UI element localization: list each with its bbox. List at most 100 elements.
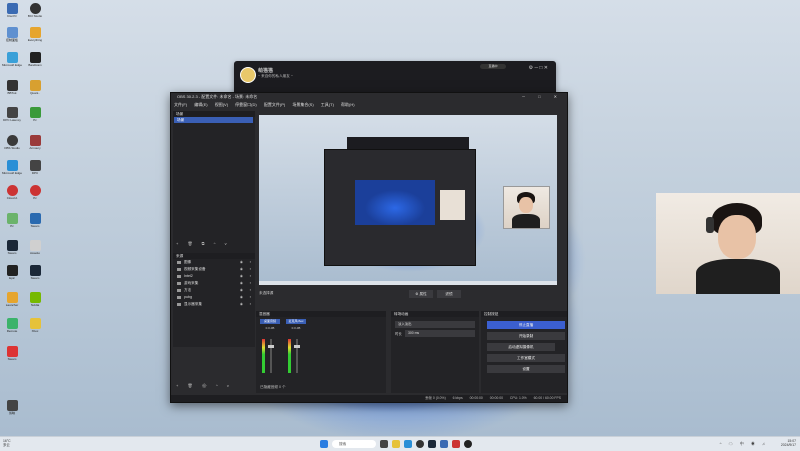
- desktop-icon[interactable]: BBTuk: [2, 80, 22, 95]
- desktop-icon[interactable]: Pc: [2, 213, 22, 228]
- desktop-icon[interactable]: Bandicam: [25, 52, 45, 67]
- eye-icon[interactable]: ◉: [240, 280, 243, 287]
- eye-icon[interactable]: ◉: [240, 287, 243, 294]
- lock-icon[interactable]: ▪: [250, 259, 251, 266]
- lock-icon[interactable]: ▪: [250, 273, 251, 280]
- desktop-icon[interactable]: Everything: [25, 27, 45, 42]
- virtual-camera-button[interactable]: 启动虚拟摄像机: [487, 343, 555, 351]
- lock-icon[interactable]: ▪: [250, 287, 251, 294]
- source-item[interactable]: Intel2 ◉ ▪: [173, 273, 255, 280]
- eye-icon[interactable]: ◉: [240, 273, 243, 280]
- obs-window[interactable]: OBS 30.2.3 - 配置文件: 未命名 - 场景: 未命名 ─ □ ✕ 文…: [170, 92, 568, 403]
- studio-mode-button[interactable]: 工作室模式: [487, 354, 565, 362]
- window-controls[interactable]: ─ □ ✕: [522, 93, 563, 101]
- desktop-icon[interactable]: Microsoft Edge: [2, 160, 22, 175]
- app-icon: [29, 213, 41, 224]
- app-icon[interactable]: [464, 440, 472, 448]
- steam-icon[interactable]: [428, 440, 436, 448]
- stream-time: 00:00:00: [469, 396, 483, 400]
- desktop-icon[interactable]: Xbox: [25, 318, 45, 333]
- mixer-channel: 桌面音频 0.0 dB: [260, 319, 280, 383]
- weather-widget[interactable]: 16°C 多云: [3, 439, 11, 447]
- desktop-icon[interactable]: DPC: [25, 160, 45, 175]
- lock-icon[interactable]: ▪: [250, 301, 251, 308]
- system-tray[interactable]: ^ ☁ 中 ◉ ♫: [720, 441, 768, 447]
- edge-icon: [6, 160, 18, 171]
- stop-streaming-button[interactable]: 停止直播: [487, 321, 565, 329]
- desktop-icon[interactable]: BCI Studio: [25, 3, 45, 18]
- lock-icon[interactable]: ▪: [250, 266, 251, 273]
- scene-item[interactable]: 场景: [174, 117, 253, 123]
- webcam-window[interactable]: [656, 193, 800, 294]
- search-box[interactable]: 搜索: [332, 440, 376, 448]
- camera-icon: [177, 267, 181, 271]
- desktop-icon[interactable]: Steam: [2, 346, 22, 361]
- source-toolbar[interactable]: + 🗑 ⚙ ^ v: [176, 383, 233, 388]
- desktop-icon[interactable]: Kiwi Pc: [2, 3, 22, 18]
- desktop-icon[interactable]: Cloud A: [2, 185, 22, 200]
- desktop-icon[interactable]: Steam: [2, 240, 22, 255]
- channel-name: 麦克风/Aux: [286, 319, 306, 324]
- menu-scene-collection[interactable]: 场景集合(S): [292, 102, 313, 107]
- eye-icon[interactable]: ◉: [240, 259, 243, 266]
- properties-button[interactable]: ⚙ 属性: [409, 290, 433, 298]
- source-item[interactable]: 图像 ◉ ▪: [173, 259, 255, 266]
- app-icon[interactable]: [452, 440, 460, 448]
- duration-label: 时长: [395, 332, 402, 336]
- desktop-icon[interactable]: DPC Latency: [2, 107, 22, 122]
- menu-help[interactable]: 帮助(H): [341, 102, 355, 107]
- desktop-icon[interactable]: Microsoft Edge: [2, 52, 22, 67]
- start-recording-button[interactable]: 开始录制: [487, 332, 565, 340]
- menu-tools[interactable]: 工具(T): [321, 102, 334, 107]
- source-item[interactable]: pubg ◉ ▪: [173, 294, 255, 301]
- fader-handle[interactable]: [294, 345, 300, 348]
- edge-icon[interactable]: [404, 440, 412, 448]
- source-item[interactable]: 方法 ◉ ▪: [173, 287, 255, 294]
- obs-icon[interactable]: [416, 440, 424, 448]
- source-item[interactable]: 显示器采集 ◉ ▪: [173, 301, 255, 308]
- desktop-icon[interactable]: OBS Studio: [2, 135, 22, 150]
- source-icon: [177, 288, 181, 292]
- eye-icon[interactable]: ◉: [240, 266, 243, 273]
- desktop-icon[interactable]: Pc: [25, 185, 45, 200]
- desktop-icon[interactable]: Quant..: [25, 80, 45, 95]
- source-item[interactable]: 游戏采集 ◉ ▪: [173, 280, 255, 287]
- app-icon[interactable]: [380, 440, 388, 448]
- avatar[interactable]: [240, 67, 256, 83]
- filters-button[interactable]: 滤镜: [437, 290, 461, 298]
- desktop-icon[interactable]: 剪映: [2, 400, 22, 415]
- menu-view[interactable]: 视图(V): [215, 102, 228, 107]
- lock-icon[interactable]: ▪: [250, 294, 251, 301]
- lock-icon[interactable]: ▪: [250, 280, 251, 287]
- menu-file[interactable]: 文件(F): [174, 102, 187, 107]
- desktop-icon[interactable]: 控制面板: [2, 27, 22, 42]
- duration-input[interactable]: 300 ms: [405, 330, 475, 337]
- eye-icon[interactable]: ◉: [240, 301, 243, 308]
- desktop-icon[interactable]: Steam: [25, 265, 45, 280]
- desktop-icon[interactable]: Assetto: [25, 240, 45, 255]
- webcam-preview-small[interactable]: [503, 186, 550, 229]
- settings-button[interactable]: 设置: [487, 365, 565, 373]
- desktop-icon[interactable]: Pc: [25, 107, 45, 122]
- menu-profile[interactable]: 配置文件(P): [264, 102, 285, 107]
- desktop-icon[interactable]: Steam: [25, 213, 45, 228]
- menu-docks[interactable]: 停靠窗口(D): [235, 102, 257, 107]
- obs-titlebar[interactable]: OBS 30.2.3 - 配置文件: 未命名 - 场景: 未命名 ─ □ ✕: [171, 93, 567, 101]
- scene-toolbar[interactable]: + 🗑 ⧉ ^ v: [176, 241, 231, 246]
- desktop-icon[interactable]: Launcher: [2, 292, 22, 307]
- app-icon[interactable]: [440, 440, 448, 448]
- fader-handle[interactable]: [268, 345, 274, 348]
- window-controls[interactable]: ⚙ ─ □ ✕: [529, 65, 548, 71]
- live-badge[interactable]: 直播中: [480, 64, 506, 69]
- source-item[interactable]: 视频采集设备 ◉ ▪: [173, 266, 255, 273]
- folder-icon[interactable]: [392, 440, 400, 448]
- desktop-icon[interactable]: Remote: [2, 318, 22, 333]
- desktop-icon[interactable]: Epic: [2, 265, 22, 280]
- transition-select[interactable]: 淡入淡出: [395, 321, 475, 328]
- start-icon[interactable]: [320, 440, 328, 448]
- eye-icon[interactable]: ◉: [240, 294, 243, 301]
- desktop-icon[interactable]: Nvidia: [25, 292, 45, 307]
- desktop-icon[interactable]: Armoury: [25, 135, 45, 150]
- clock[interactable]: 15:07 2024/9/17: [781, 439, 796, 447]
- menu-edit[interactable]: 编辑(E): [194, 102, 207, 107]
